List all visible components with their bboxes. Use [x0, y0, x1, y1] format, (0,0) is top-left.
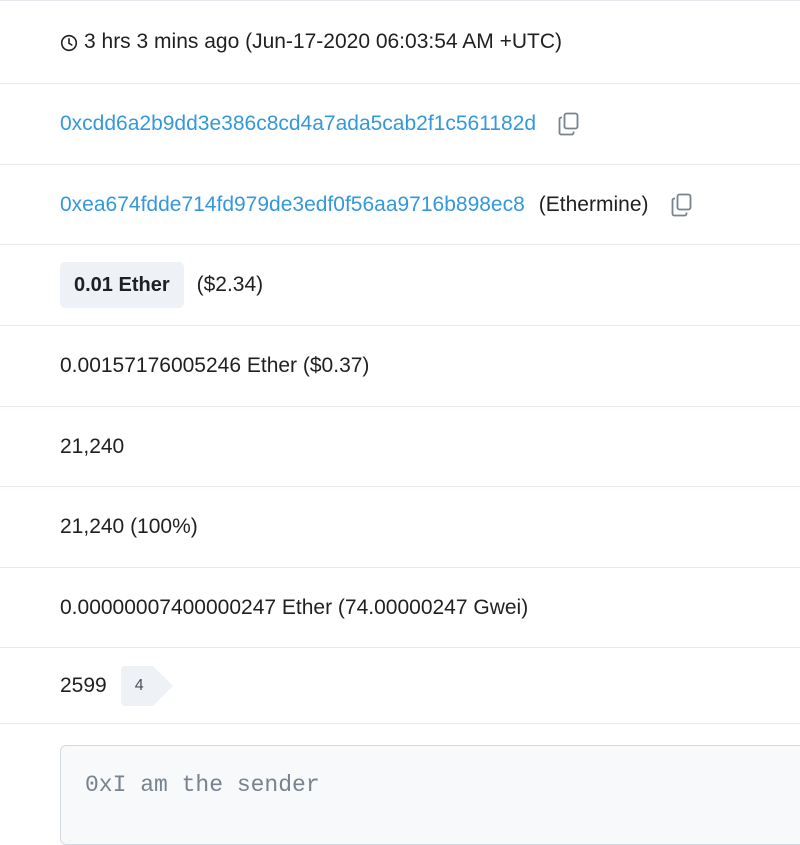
from-row: 0xcdd6a2b9dd3e386c8cd4a7ada5cab2f1c56118…: [0, 84, 800, 165]
gas-used-text: 21,240 (100%): [60, 515, 198, 538]
miner-name: (Ethermine): [538, 192, 649, 216]
gas-price-text: 0.00000007400000247 Ether (74.00000247 G…: [60, 595, 529, 619]
copy-icon[interactable]: [671, 193, 693, 217]
transaction-details: 3 hrs 3 mins ago (Jun-17-2020 06:03:54 A…: [0, 0, 800, 845]
clock-icon: [60, 34, 78, 52]
input-data-box[interactable]: 0xI am the sender: [60, 745, 800, 845]
nonce-value: 2599: [60, 673, 107, 697]
from-address-link[interactable]: 0xcdd6a2b9dd3e386c8cd4a7ada5cab2f1c56118…: [60, 112, 536, 136]
value-row: 0.01 Ether ($2.34): [0, 245, 800, 326]
transaction-fee-text: 0.00157176005246 Ether ($0.37): [60, 354, 370, 377]
input-data-text: 0xI am the sender: [85, 772, 320, 798]
to-address-link[interactable]: 0xea674fdde714fd979de3edf0f56aa9716b898e…: [60, 193, 525, 217]
transaction-fee-row: 0.00157176005246 Ether ($0.37): [0, 326, 800, 407]
gas-used-row: 21,240 (100%): [0, 487, 800, 568]
to-row: 0xea674fdde714fd979de3edf0f56aa9716b898e…: [0, 165, 800, 245]
gas-limit-row: 21,240: [0, 407, 800, 487]
gas-price-row: 0.00000007400000247 Ether (74.00000247 G…: [0, 568, 800, 648]
copy-icon[interactable]: [558, 112, 580, 136]
nonce-row: 2599 4: [0, 648, 800, 724]
gas-limit-text: 21,240: [60, 434, 125, 458]
value-badge: 0.01 Ether: [60, 262, 184, 308]
value-usd: ($2.34): [196, 273, 264, 296]
timestamp-text: 3 hrs 3 mins ago (Jun-17-2020 06:03:54 A…: [84, 30, 562, 53]
position-badge: 4: [120, 665, 173, 706]
timestamp-row: 3 hrs 3 mins ago (Jun-17-2020 06:03:54 A…: [0, 0, 800, 84]
